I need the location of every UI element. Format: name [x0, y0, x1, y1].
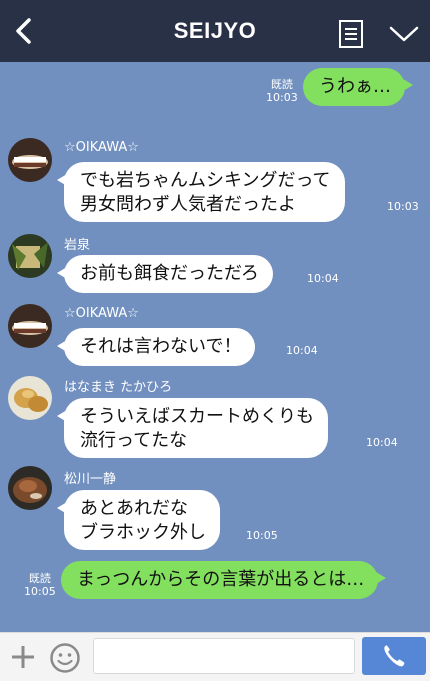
read-label: 既読: [28, 572, 51, 585]
incoming-message-bubble[interactable]: そういえばスカートめくりも 流行ってたな: [57, 398, 328, 458]
outgoing-message-bubble[interactable]: まっつんからその言葉が出るとは…: [61, 561, 387, 599]
sender-name: ☆OIKAWA☆: [64, 306, 139, 321]
avatar[interactable]: [8, 304, 52, 348]
incoming-message-bubble[interactable]: あとあれだな ブラホック外し: [57, 490, 220, 550]
sender-name: ☆OIKAWA☆: [64, 140, 139, 155]
plus-icon[interactable]: [9, 643, 37, 671]
call-button[interactable]: [362, 637, 426, 675]
incoming-message-bubble[interactable]: でも岩ちゃんムシキングだって 男女問わず人気者だったよ: [57, 162, 345, 222]
message-time: 10:03: [387, 200, 419, 213]
read-receipt: 既読 10:03: [266, 78, 298, 104]
message-time: 10:05: [24, 585, 56, 598]
message-time: 10:04: [286, 344, 318, 357]
message-time: 10:04: [366, 436, 398, 449]
chat-title: SEIJYO: [173, 18, 257, 43]
avatar[interactable]: [8, 376, 52, 420]
sender-name: はなまき たかひろ: [64, 380, 173, 395]
read-receipt: 既読 10:05: [24, 572, 56, 598]
chevron-down-icon[interactable]: [389, 25, 419, 43]
smiley-icon[interactable]: [49, 642, 81, 674]
chat-header: SEIJYO: [0, 0, 430, 62]
phone-icon: [384, 645, 405, 667]
avatar[interactable]: [8, 234, 52, 278]
message-time: 10:05: [246, 529, 278, 542]
read-label: 既読: [270, 78, 293, 91]
sender-name: 岩泉: [64, 238, 91, 253]
outgoing-message-bubble[interactable]: うわぁ…: [303, 68, 413, 106]
note-list-icon[interactable]: [339, 20, 363, 48]
incoming-message-bubble[interactable]: お前も餌食だっただろ: [57, 255, 273, 293]
message-time: 10:03: [266, 91, 298, 104]
message-list[interactable]: 既読 10:03 うわぁ… ☆OIKAWA☆ でも岩ちゃんムシキングだって 男女…: [0, 62, 430, 632]
message-input-bar: [0, 632, 430, 681]
avatar[interactable]: [8, 466, 52, 510]
message-input[interactable]: [93, 638, 355, 674]
incoming-message-bubble[interactable]: それは言わないで！: [56, 328, 256, 366]
avatar[interactable]: [8, 138, 52, 182]
message-time: 10:04: [307, 272, 339, 285]
sender-name: 松川一静: [64, 472, 117, 487]
